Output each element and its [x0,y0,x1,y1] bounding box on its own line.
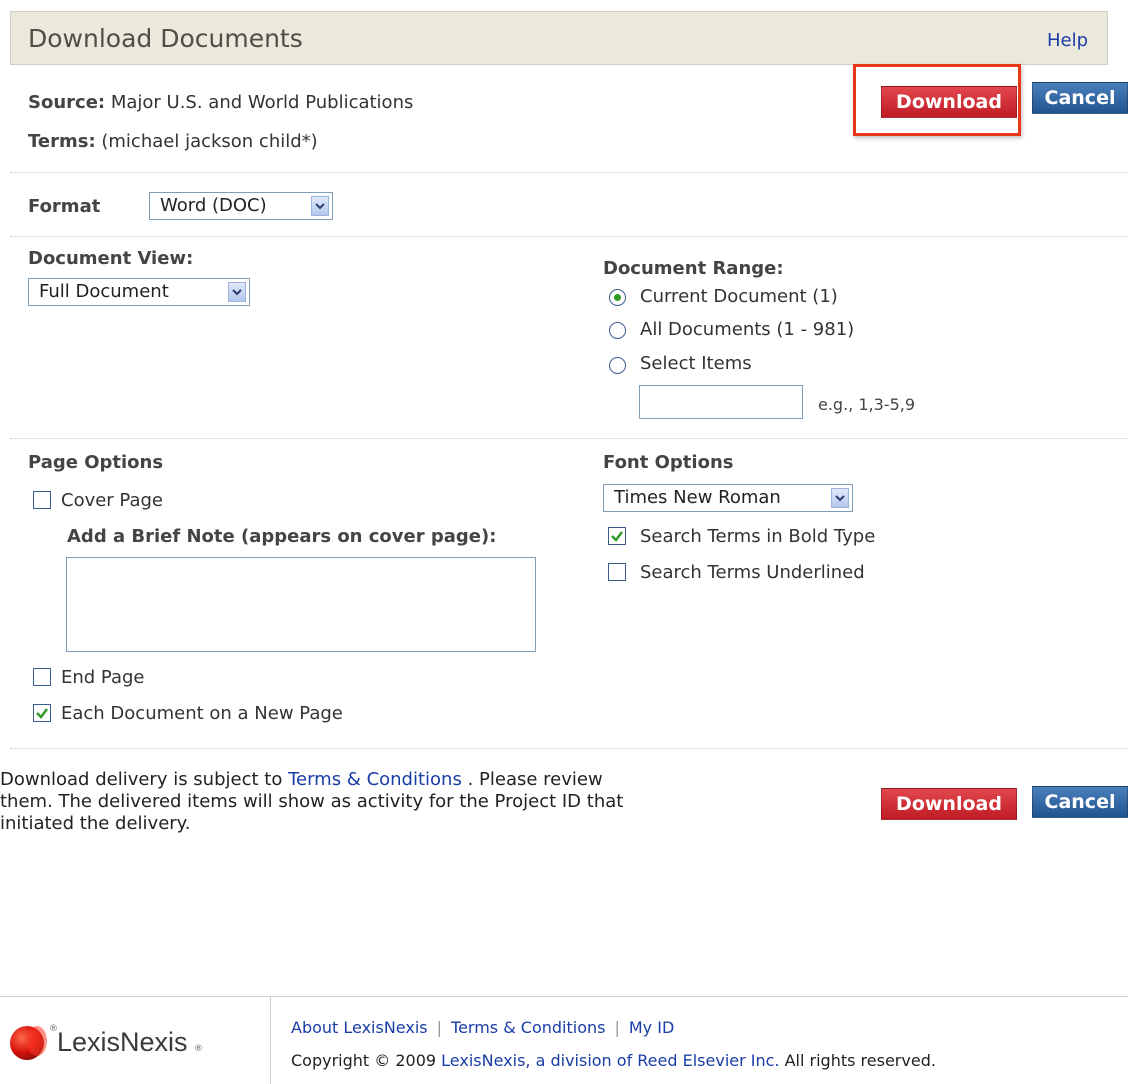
cancel-button-bottom[interactable]: Cancel [1032,786,1128,818]
end-page-checkbox[interactable] [33,668,51,686]
document-view-value: Full Document [39,281,169,302]
copyright-text: Copyright © 2009 [291,1051,437,1070]
checkmark-icon [36,708,48,719]
underlined-terms-checkbox[interactable] [608,563,626,581]
terms-row: Terms: (michael jackson child*) [28,131,318,152]
divider [10,172,1128,173]
cover-page-label: Cover Page [61,490,164,511]
copyright-text: All rights reserved. [784,1051,936,1070]
radio-current-document-label: Current Document (1) [640,286,838,307]
notice-text: initiated the delivery. [0,813,191,834]
download-button-bottom[interactable]: Download [881,788,1017,820]
select-items-input[interactable] [639,385,803,419]
source-row: Source: Major U.S. and World Publication… [28,92,413,113]
radio-select-items-label: Select Items [640,353,752,374]
footer-links: About LexisNexis | Terms & Conditions | My I… [291,1018,674,1037]
underlined-terms-label: Search Terms Underlined [640,562,865,583]
chevron-down-icon[interactable] [311,196,329,216]
my-id-link[interactable]: My ID [629,1018,674,1037]
radio-select-items[interactable] [609,357,626,374]
chevron-down-icon[interactable] [228,282,246,302]
bold-terms-checkbox[interactable] [608,527,626,545]
cancel-button-top[interactable]: Cancel [1032,82,1128,114]
font-select-value: Times New Roman [614,487,781,508]
footer-divider [0,996,1128,997]
divider [10,236,1128,237]
terms-value: (michael jackson child*) [101,131,318,152]
separator: | [614,1018,620,1037]
footer-terms-link[interactable]: Terms & Conditions [451,1018,605,1037]
cover-page-checkbox[interactable] [33,491,51,509]
terms-label: Terms: [28,131,96,152]
lexisnexis-logo-icon [10,1026,47,1060]
copyright: Copyright © 2009 LexisNexis, a division … [291,1051,936,1070]
radio-all-documents[interactable] [609,322,626,339]
logo-registered-mark: ® [194,1044,203,1054]
end-page-label: End Page [61,667,145,688]
delivery-notice: Download delivery is subject to Terms & … [0,769,623,835]
help-link[interactable]: Help [1047,30,1088,51]
notice-text: . Please review [467,769,603,790]
radio-current-document[interactable] [609,289,626,306]
separator: | [436,1018,443,1037]
page-title: Download Documents [28,24,303,53]
footer-divider [270,996,271,1084]
select-items-hint: e.g., 1,3-5,9 [818,395,916,414]
terms-conditions-link[interactable]: Terms & Conditions [288,769,462,790]
format-select-value: Word (DOC) [160,195,267,216]
font-options-label: Font Options [603,452,734,473]
format-label: Format [28,196,101,217]
divider [10,748,1128,749]
about-lexisnexis-link[interactable]: About LexisNexis [291,1018,428,1037]
source-value: Major U.S. and World Publications [110,92,414,113]
format-select[interactable]: Word (DOC) [149,192,333,220]
chevron-down-icon[interactable] [831,488,849,508]
divider [10,438,1128,439]
document-view-select[interactable]: Full Document [28,278,250,306]
radio-all-documents-label: All Documents (1 - 981) [640,319,855,340]
source-label: Source: [28,92,106,113]
notice-text: Download delivery is subject to [0,769,283,790]
copyright-link[interactable]: LexisNexis, a division of Reed Elsevier … [441,1051,779,1070]
highlight-box [853,64,1021,136]
brief-note-label: Add a Brief Note (appears on cover page)… [67,526,497,547]
each-document-new-page-label: Each Document on a New Page [61,703,343,724]
font-select[interactable]: Times New Roman [603,484,853,512]
each-document-new-page-checkbox[interactable] [33,704,51,722]
notice-text: them. The delivered items will show as a… [0,791,624,812]
document-range-label: Document Range: [603,258,784,279]
lexisnexis-logo[interactable]: ® LexisNexis ® [9,1022,259,1062]
page-options-label: Page Options [28,452,164,473]
checkmark-icon [611,531,623,542]
brief-note-textarea[interactable] [66,557,536,652]
logo-text: LexisNexis [57,1027,188,1057]
bold-terms-label: Search Terms in Bold Type [640,526,876,547]
document-view-label: Document View: [28,248,194,269]
